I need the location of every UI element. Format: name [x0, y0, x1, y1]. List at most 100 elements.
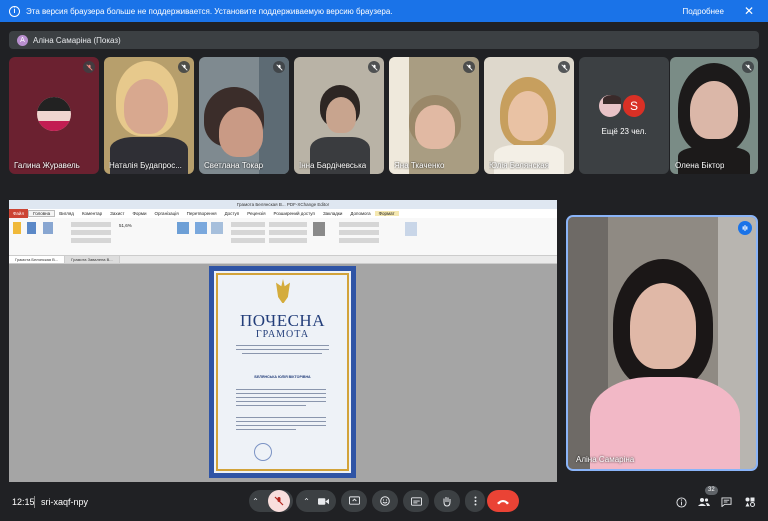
info-icon [675, 496, 687, 508]
mic-off-button[interactable] [267, 490, 290, 512]
text-line [236, 429, 296, 431]
text-line [236, 393, 326, 395]
document-tab: Грамота Завалена В... [65, 256, 120, 263]
raise-hand-button[interactable] [434, 490, 460, 512]
people-icon [698, 498, 710, 506]
participant-name: Олена Біктор [675, 161, 725, 170]
mic-off-icon [463, 61, 475, 73]
present-button[interactable] [341, 490, 367, 512]
participant-tile[interactable]: Галина Журавель [9, 57, 99, 174]
info-icon: i [9, 5, 20, 17]
chevron-up-icon[interactable]: ⌃ [252, 497, 259, 506]
ribbon-group [339, 238, 379, 243]
close-icon[interactable]: ✕ [744, 4, 754, 18]
avatar [597, 93, 623, 119]
participant-name: Юлія Белянская [489, 161, 550, 170]
ribbon-group [269, 222, 307, 227]
text-line [236, 389, 326, 391]
participant-name: Наталія Будапрос... [109, 161, 182, 170]
menu-item: Головна [28, 210, 56, 217]
self-view-tile[interactable]: Аліна Самаріна [566, 215, 758, 471]
control-bar: 12:15 sri-xaqf-npy ⌃ ⌃ 32 [0, 486, 768, 521]
chat-button[interactable] [716, 492, 736, 512]
hand-tool-icon [13, 222, 21, 234]
meeting-info-button[interactable] [671, 492, 691, 512]
emoji-button[interactable] [372, 490, 398, 512]
awardee-name: БЕЛЯНСЬКА ЮЛІЯ ВІКТОРІВНА [254, 375, 311, 379]
document-tabs: Грамота Белянская В... Грамота Завалена … [9, 256, 557, 264]
mic-off-icon [558, 61, 570, 73]
mic-off-icon [83, 61, 95, 73]
stamp-icon [313, 222, 325, 236]
participant-video-face [690, 81, 738, 139]
certificate-title: ПОЧЕСНА [240, 311, 325, 330]
text-line [236, 417, 326, 419]
captions-button[interactable] [403, 490, 429, 512]
text-line [236, 421, 326, 423]
clock: 12:15 [12, 497, 35, 507]
presenter-avatar: A [17, 34, 28, 46]
ribbon-group [71, 238, 111, 243]
document-icon [405, 222, 417, 236]
participant-tile[interactable]: Светлана Токар [199, 57, 289, 174]
more-participants-tile[interactable]: S Ещё 23 чел. [579, 57, 669, 174]
participant-tile[interactable]: Інна Бардічевська [294, 57, 384, 174]
camera-icon [317, 497, 329, 505]
window-titlebar: Грамота Бeлянская В... PDF-XChange Edito… [9, 200, 557, 209]
editor-menubar: Файл Головна Вигляд Коментар Захист Форм… [9, 209, 557, 218]
participant-name: Светлана Токар [204, 161, 264, 170]
learn-more-link[interactable]: Подробнее [682, 7, 724, 16]
shared-screen[interactable]: Грамота Бeлянская В... PDF-XChange Edito… [9, 200, 557, 482]
more-vert-icon [474, 496, 476, 506]
participant-tile[interactable]: Яна Ткаченко [389, 57, 479, 174]
hand-icon [443, 496, 451, 507]
camera-control[interactable]: ⌃ [296, 490, 336, 512]
menu-item: Коментар [81, 211, 103, 216]
participant-video-face [630, 283, 696, 369]
mic-off-icon [273, 61, 285, 73]
more-options-button[interactable] [465, 490, 485, 512]
mic-off-icon [178, 61, 190, 73]
text-line [236, 345, 329, 347]
text-line [236, 397, 326, 399]
end-call-button[interactable] [487, 490, 519, 512]
document-tab: Грамота Белянская В... [9, 256, 66, 263]
avatar [37, 97, 71, 131]
participant-tile[interactable]: Юлія Белянская [484, 57, 574, 174]
participant-video-face [415, 105, 455, 149]
menu-item: Форми [132, 211, 147, 216]
add-icon [195, 222, 207, 234]
participant-video-bg [389, 57, 409, 174]
self-view-name: Аліна Самаріна [576, 455, 635, 464]
presenter-chip[interactable]: A Аліна Самаріна (Показ) [9, 31, 759, 49]
participant-name: Галина Журавель [14, 161, 80, 170]
text-line [242, 353, 322, 355]
rotate-icon [177, 222, 189, 234]
menu-item: Закладки [322, 211, 343, 216]
certificate-page: ПОЧЕСНА ГРАМОТА БЕЛЯНСЬКА ЮЛІЯ ВІКТОРІВН… [209, 266, 356, 478]
select-icon [211, 222, 223, 234]
present-icon [348, 496, 360, 505]
text-line [236, 349, 329, 351]
menu-item: Допомога [350, 211, 371, 216]
seal [254, 443, 272, 461]
ribbon-group [269, 238, 307, 243]
chat-icon [721, 497, 731, 507]
participant-tile[interactable]: Олена Біктор [670, 57, 758, 174]
text-line [236, 405, 306, 407]
chevron-up-icon[interactable]: ⌃ [303, 497, 310, 506]
menu-item: Файл [9, 209, 29, 218]
participant-video-face [326, 97, 356, 133]
participant-video-face [219, 107, 263, 157]
participant-video-face [508, 91, 548, 141]
coat-of-arms-icon [276, 279, 290, 303]
unsupported-browser-banner: i Эта версия браузера больше не поддержи… [0, 0, 768, 22]
mic-control[interactable]: ⌃ [249, 490, 293, 512]
ribbon-group [231, 238, 265, 243]
activities-button[interactable] [740, 492, 760, 512]
people-button[interactable] [694, 492, 714, 512]
select-text-icon [27, 222, 36, 234]
participant-tile[interactable]: Наталія Будапрос... [104, 57, 194, 174]
ribbon-group [71, 222, 111, 227]
mic-off-icon [368, 61, 380, 73]
